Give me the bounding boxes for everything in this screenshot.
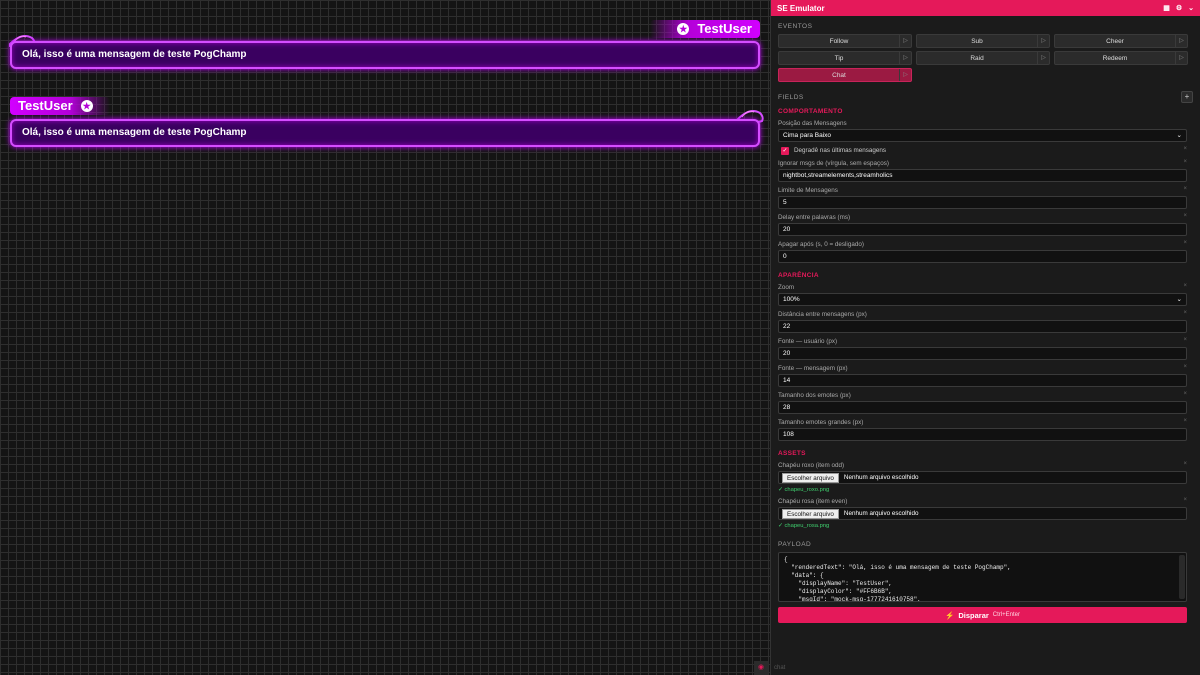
payload-scrollbar[interactable] [1179, 555, 1185, 599]
grid-icon[interactable]: ▦ [1163, 4, 1170, 12]
tamanho-grandes-input[interactable]: 108 [778, 428, 1187, 441]
events-label: EVENTOS [778, 23, 813, 30]
field-chapeu-roxo: Chapéu roxo (item odd) × Escolher arquiv… [771, 461, 1200, 493]
play-icon[interactable]: ▷ [1037, 52, 1049, 64]
choose-file-button[interactable]: Escolher arquivo [782, 508, 839, 519]
chevron-down-icon: ⌄ [1176, 132, 1182, 139]
event-button-follow[interactable]: Follow ▷ [778, 34, 912, 48]
message-text: Olá, isso é uma mensagem de teste PogCha… [22, 49, 247, 60]
chapeu-roxo-file-input: Escolher arquivo Nenhum arquivo escolhid… [778, 471, 1187, 484]
play-icon[interactable]: ▷ [1175, 35, 1187, 47]
remove-field-icon[interactable]: × [1183, 186, 1187, 192]
category-aparencia: APARÊNCIA [778, 272, 819, 279]
tamanho-emotes-input[interactable]: 28 [778, 401, 1187, 414]
message-bubble: Olá, isso é uma mensagem de teste PogCha… [10, 119, 760, 147]
remove-field-icon[interactable]: × [1183, 310, 1187, 316]
event-button-redeem[interactable]: Redeem ▷ [1054, 51, 1188, 65]
delay-input[interactable]: 20 [778, 223, 1187, 236]
event-button-cheer[interactable]: Cheer ▷ [1054, 34, 1188, 48]
eye-icon[interactable]: ◉ [754, 661, 768, 675]
apagar-input[interactable]: 0 [778, 250, 1187, 263]
event-button-tip[interactable]: Tip ▷ [778, 51, 912, 65]
remove-field-icon[interactable]: × [1183, 337, 1187, 343]
zoom-select[interactable]: 100% ⌄ [778, 293, 1187, 306]
field-degrade: ✓ Degradê nas últimas mensagens × [781, 146, 1187, 155]
remove-field-icon[interactable]: × [1183, 391, 1187, 397]
event-button-sub[interactable]: Sub ▷ [916, 34, 1050, 48]
message-text: Olá, isso é uma mensagem de teste PogCha… [22, 127, 247, 138]
chat-message-2: TestUser ★ Olá, isso é uma mensagem de t… [10, 97, 764, 149]
remove-field-icon[interactable]: × [1183, 461, 1187, 467]
disparar-button[interactable]: ⚡ Disparar Ctrl+Enter [778, 607, 1187, 623]
fields-label: FIELDS [778, 93, 804, 101]
field-fonte-usuario: Fonte — usuário (px) × 20 [771, 337, 1200, 360]
play-icon[interactable]: ▷ [1037, 35, 1049, 47]
category-comportamento: COMPORTAMENTO [778, 108, 843, 115]
payload-label: PAYLOAD [778, 541, 812, 548]
file-status-ok: ✓ chapeu_roxo.png [778, 487, 830, 493]
payload-textarea[interactable]: { "renderedText": "Olá, isso é uma mensa… [778, 552, 1187, 602]
fields-header: FIELDS + [771, 82, 1200, 103]
field-ignorar: Ignorar msgs de (vírgula, sem espaços) ×… [771, 159, 1200, 182]
panel-footer: ◉ chat [754, 661, 1200, 675]
overlay-preview: ★ TestUser Olá, isso é uma mensagem de t… [0, 0, 770, 675]
play-icon[interactable]: ▷ [899, 69, 911, 81]
field-tamanho-grandes: Tamanho emotes grandes (px) × 108 [771, 418, 1200, 441]
remove-field-icon[interactable]: × [1183, 497, 1187, 503]
field-fonte-mensagem: Fonte — mensagem (px) × 14 [771, 364, 1200, 387]
remove-field-icon[interactable]: × [1183, 159, 1187, 165]
lightning-icon: ⚡ [945, 610, 955, 620]
fonte-usuario-input[interactable]: 20 [778, 347, 1187, 360]
field-tamanho-emotes: Tamanho dos emotes (px) × 28 [771, 391, 1200, 414]
field-zoom: Zoom × 100% ⌄ [771, 283, 1200, 306]
chat-message-1: ★ TestUser Olá, isso é uma mensagem de t… [9, 20, 760, 72]
username-tag: ★ TestUser [650, 20, 760, 38]
events-grid: Follow ▷ Sub ▷ Cheer ▷ Tip ▷ Raid ▷ Redeem ▷ C… [771, 30, 1200, 82]
category-assets: ASSETS [778, 450, 806, 457]
emulator-panel: SE Emulator ▦ ⚙ ⌄ EVENTOS Follow ▷ Sub ▷ C… [770, 0, 1200, 675]
play-icon[interactable]: ▷ [899, 35, 911, 47]
panel-header: SE Emulator ▦ ⚙ ⌄ [771, 0, 1200, 16]
field-posicao: Posição das Mensagens Cima para Baixo ⌄ [771, 119, 1200, 142]
footer-label: chat [774, 665, 786, 671]
username-tag: TestUser ★ [10, 97, 110, 115]
event-button-chat[interactable]: Chat ▷ [778, 68, 912, 82]
remove-field-icon[interactable]: × [1183, 283, 1187, 289]
file-status-ok: ✓ chapeu_rosa.png [778, 523, 830, 529]
add-field-button[interactable]: + [1181, 91, 1193, 103]
chevron-down-icon[interactable]: ⌄ [1188, 4, 1194, 12]
limite-input[interactable]: 5 [778, 196, 1187, 209]
username: TestUser [697, 21, 752, 36]
username: TestUser [18, 98, 73, 113]
remove-field-icon[interactable]: × [1183, 240, 1187, 246]
posicao-select[interactable]: Cima para Baixo ⌄ [778, 129, 1187, 142]
star-badge-icon: ★ [677, 23, 690, 35]
distancia-input[interactable]: 22 [778, 320, 1187, 333]
field-delay: Delay entre palavras (ms) × 20 [771, 213, 1200, 236]
event-button-raid[interactable]: Raid ▷ [916, 51, 1050, 65]
chapeu-rosa-file-input: Escolher arquivo Nenhum arquivo escolhid… [778, 507, 1187, 520]
field-apagar: Apagar após (s, 0 = desligado) × 0 [771, 240, 1200, 263]
gear-icon[interactable]: ⚙ [1176, 4, 1182, 12]
choose-file-button[interactable]: Escolher arquivo [782, 472, 839, 483]
degrade-checkbox[interactable]: ✓ [781, 146, 789, 155]
field-chapeu-rosa: Chapéu rosa (item even) × Escolher arqui… [771, 497, 1200, 529]
fonte-mensagem-input[interactable]: 14 [778, 374, 1187, 387]
play-icon[interactable]: ▷ [1175, 52, 1187, 64]
remove-field-icon[interactable]: × [1183, 364, 1187, 370]
remove-field-icon[interactable]: × [1183, 213, 1187, 219]
star-badge-icon: ★ [80, 100, 93, 112]
field-limite: Limite de Mensagens × 5 [771, 186, 1200, 209]
remove-field-icon[interactable]: × [1183, 418, 1187, 424]
chevron-down-icon: ⌄ [1176, 296, 1182, 303]
ignorar-input[interactable]: nightbot,streamelements,streamholics [778, 169, 1187, 182]
remove-field-icon[interactable]: × [1183, 146, 1187, 152]
panel-title: SE Emulator [777, 3, 825, 13]
play-icon[interactable]: ▷ [899, 52, 911, 64]
field-distancia: Distância entre mensagens (px) × 22 [771, 310, 1200, 333]
message-bubble: Olá, isso é uma mensagem de teste PogCha… [10, 41, 760, 69]
